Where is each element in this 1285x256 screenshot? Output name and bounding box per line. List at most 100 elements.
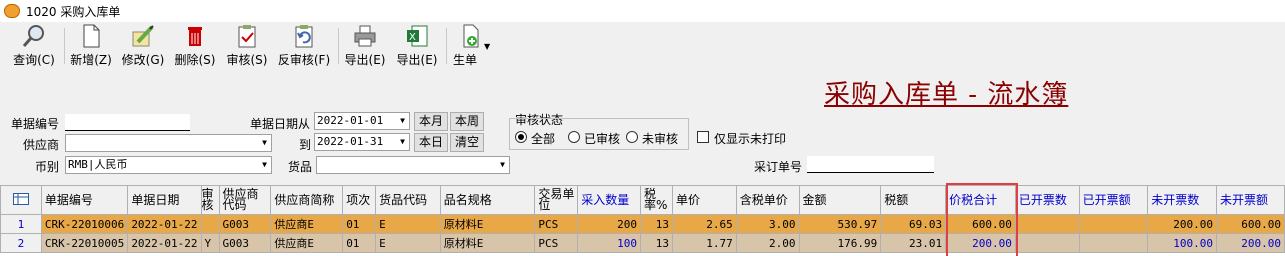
query-button[interactable]: 查询(C) [8,22,60,68]
corner-grid-icon[interactable] [0,185,42,215]
col-header[interactable]: 已开票数 [1014,185,1080,215]
col-header[interactable]: 货品代码 [375,185,441,215]
approve-button[interactable]: 审核(S) [224,22,270,68]
col-header[interactable]: 采入数量 [577,185,641,215]
supplier-select[interactable]: ▼ [65,134,272,152]
cell: 2.00 [735,233,800,253]
unprinted-only-label: 仅显示未打印 [714,132,787,146]
today-button[interactable]: 本日 [414,133,448,152]
col-header[interactable]: 品名规格 [439,185,536,215]
cell: 供应商E [270,214,344,234]
app-icon [4,4,20,18]
audit-done-radio[interactable] [568,131,580,143]
edit-button[interactable]: 修改(G) [120,22,166,68]
audit-all-radio[interactable] [515,131,527,143]
toolbar-separator [64,28,65,64]
date-to-label: 到 [299,138,312,152]
col-header[interactable]: 税率% [640,185,673,215]
new-document-icon [78,24,104,48]
goods-select[interactable]: ▼ [316,156,510,174]
cell [1014,214,1080,234]
audit-all-label: 全部 [531,132,556,146]
col-header[interactable]: 审核 [200,185,220,215]
col-header[interactable]: 含税单价 [735,185,800,215]
cell [1078,214,1149,234]
col-header[interactable]: 项次 [342,185,377,215]
magnifier-icon [21,24,47,48]
cell: 23.01 [880,233,947,253]
po-no-label: 采订单号 [754,160,803,174]
currency-select[interactable]: RMB|人民币 ▼ [65,156,272,174]
delete-button[interactable]: 删除(S) [172,22,218,68]
cell: 供应商E [270,233,344,253]
unprinted-only-checkbox[interactable] [697,131,709,143]
col-header[interactable]: 单价 [671,185,737,215]
cell: 1.77 [671,233,737,253]
chevron-down-icon[interactable]: ▼ [496,157,509,173]
row-number: 1 [0,214,42,234]
cell [1078,233,1149,253]
doc-no-label: 单据编号 [11,117,60,131]
new-button[interactable]: 新增(Z) [68,22,114,68]
chevron-down-icon[interactable]: ▼ [396,134,409,150]
col-header[interactable]: 交易单位 [534,185,579,215]
row-number: 2 [0,233,42,253]
date-to-picker[interactable]: 2022-01-31 ▼ [314,133,410,151]
export-print-button[interactable]: 导出(E) [342,22,388,68]
chevron-down-icon[interactable]: ▼ [258,157,271,173]
unapprove-button[interactable]: 反审核(F) [276,22,332,68]
cell: PCS [534,214,579,234]
this-week-button[interactable]: 本周 [450,112,484,131]
cell: 600.00 [1216,214,1285,234]
date-from-picker[interactable]: 2022-01-01 ▼ [314,112,410,130]
col-header[interactable]: 已开票额 [1078,185,1149,215]
cell: G003 [218,214,272,234]
chevron-down-icon[interactable]: ▼ [258,135,271,151]
table-row[interactable]: 2 CRK-22010005 2022-01-22 Y G003 供应商E 01… [0,233,1285,253]
excel-icon: X [404,24,430,48]
trash-icon [182,24,208,48]
cell: CRK-22010005 [40,233,129,253]
col-header[interactable]: 金额 [798,185,882,215]
col-header-total[interactable]: 价税合计 [945,185,1016,215]
cell: E [375,214,441,234]
cell: 69.03 [880,214,947,234]
toolbar-separator [446,28,447,64]
audit-not-label: 未审核 [642,132,679,146]
col-header[interactable]: 供应商简称 [270,185,344,215]
cell: 530.97 [798,214,882,234]
chevron-down-icon[interactable]: ▼ [396,113,409,129]
col-header[interactable]: 供应商代码 [218,185,272,215]
cell: 原材料E [439,214,536,234]
col-header[interactable]: 单据编号 [40,185,129,215]
cell: 100 [577,233,641,253]
col-header[interactable]: 单据日期 [127,185,202,215]
cell: 200 [577,214,641,234]
audit-done-label: 已审核 [584,132,621,146]
printer-icon [352,24,378,48]
po-no-input[interactable] [807,156,934,173]
this-month-button[interactable]: 本月 [414,112,448,131]
col-header[interactable]: 未开票额 [1216,185,1285,215]
table-header-row: 单据编号 单据日期 审核 供应商代码 供应商简称 项次 货品代码 品名规格 交易… [0,185,1285,215]
toolbar-separator [338,28,339,64]
generate-doc-icon [458,24,484,48]
clear-button[interactable]: 清空 [450,133,484,152]
cell: 01 [342,233,377,253]
table-row[interactable]: 1 CRK-22010006 2022-01-22 G003 供应商E 01 E… [0,214,1285,234]
cell: 176.99 [798,233,882,253]
cell: 2022-01-22 [127,214,202,234]
toolbar: 查询(C) 新增(Z) 修改(G) 删除(S) 审核(S) 反审核(F) 导出(… [0,22,1285,70]
cell: G003 [218,233,272,253]
audit-not-radio[interactable] [626,131,638,143]
col-header[interactable]: 税额 [880,185,947,215]
col-header[interactable]: 未开票数 [1147,185,1218,215]
dropdown-arrow-icon[interactable]: ▼ [484,42,490,51]
cell: 100.00 [1147,233,1218,253]
cell: CRK-22010006 [40,214,129,234]
cell: 200.00 [1216,233,1285,253]
approve-icon [234,24,260,48]
data-table: 单据编号 单据日期 审核 供应商代码 供应商简称 项次 货品代码 品名规格 交易… [0,185,1285,253]
doc-no-input[interactable] [65,114,190,131]
export-excel-button[interactable]: X 导出(E) [394,22,440,68]
